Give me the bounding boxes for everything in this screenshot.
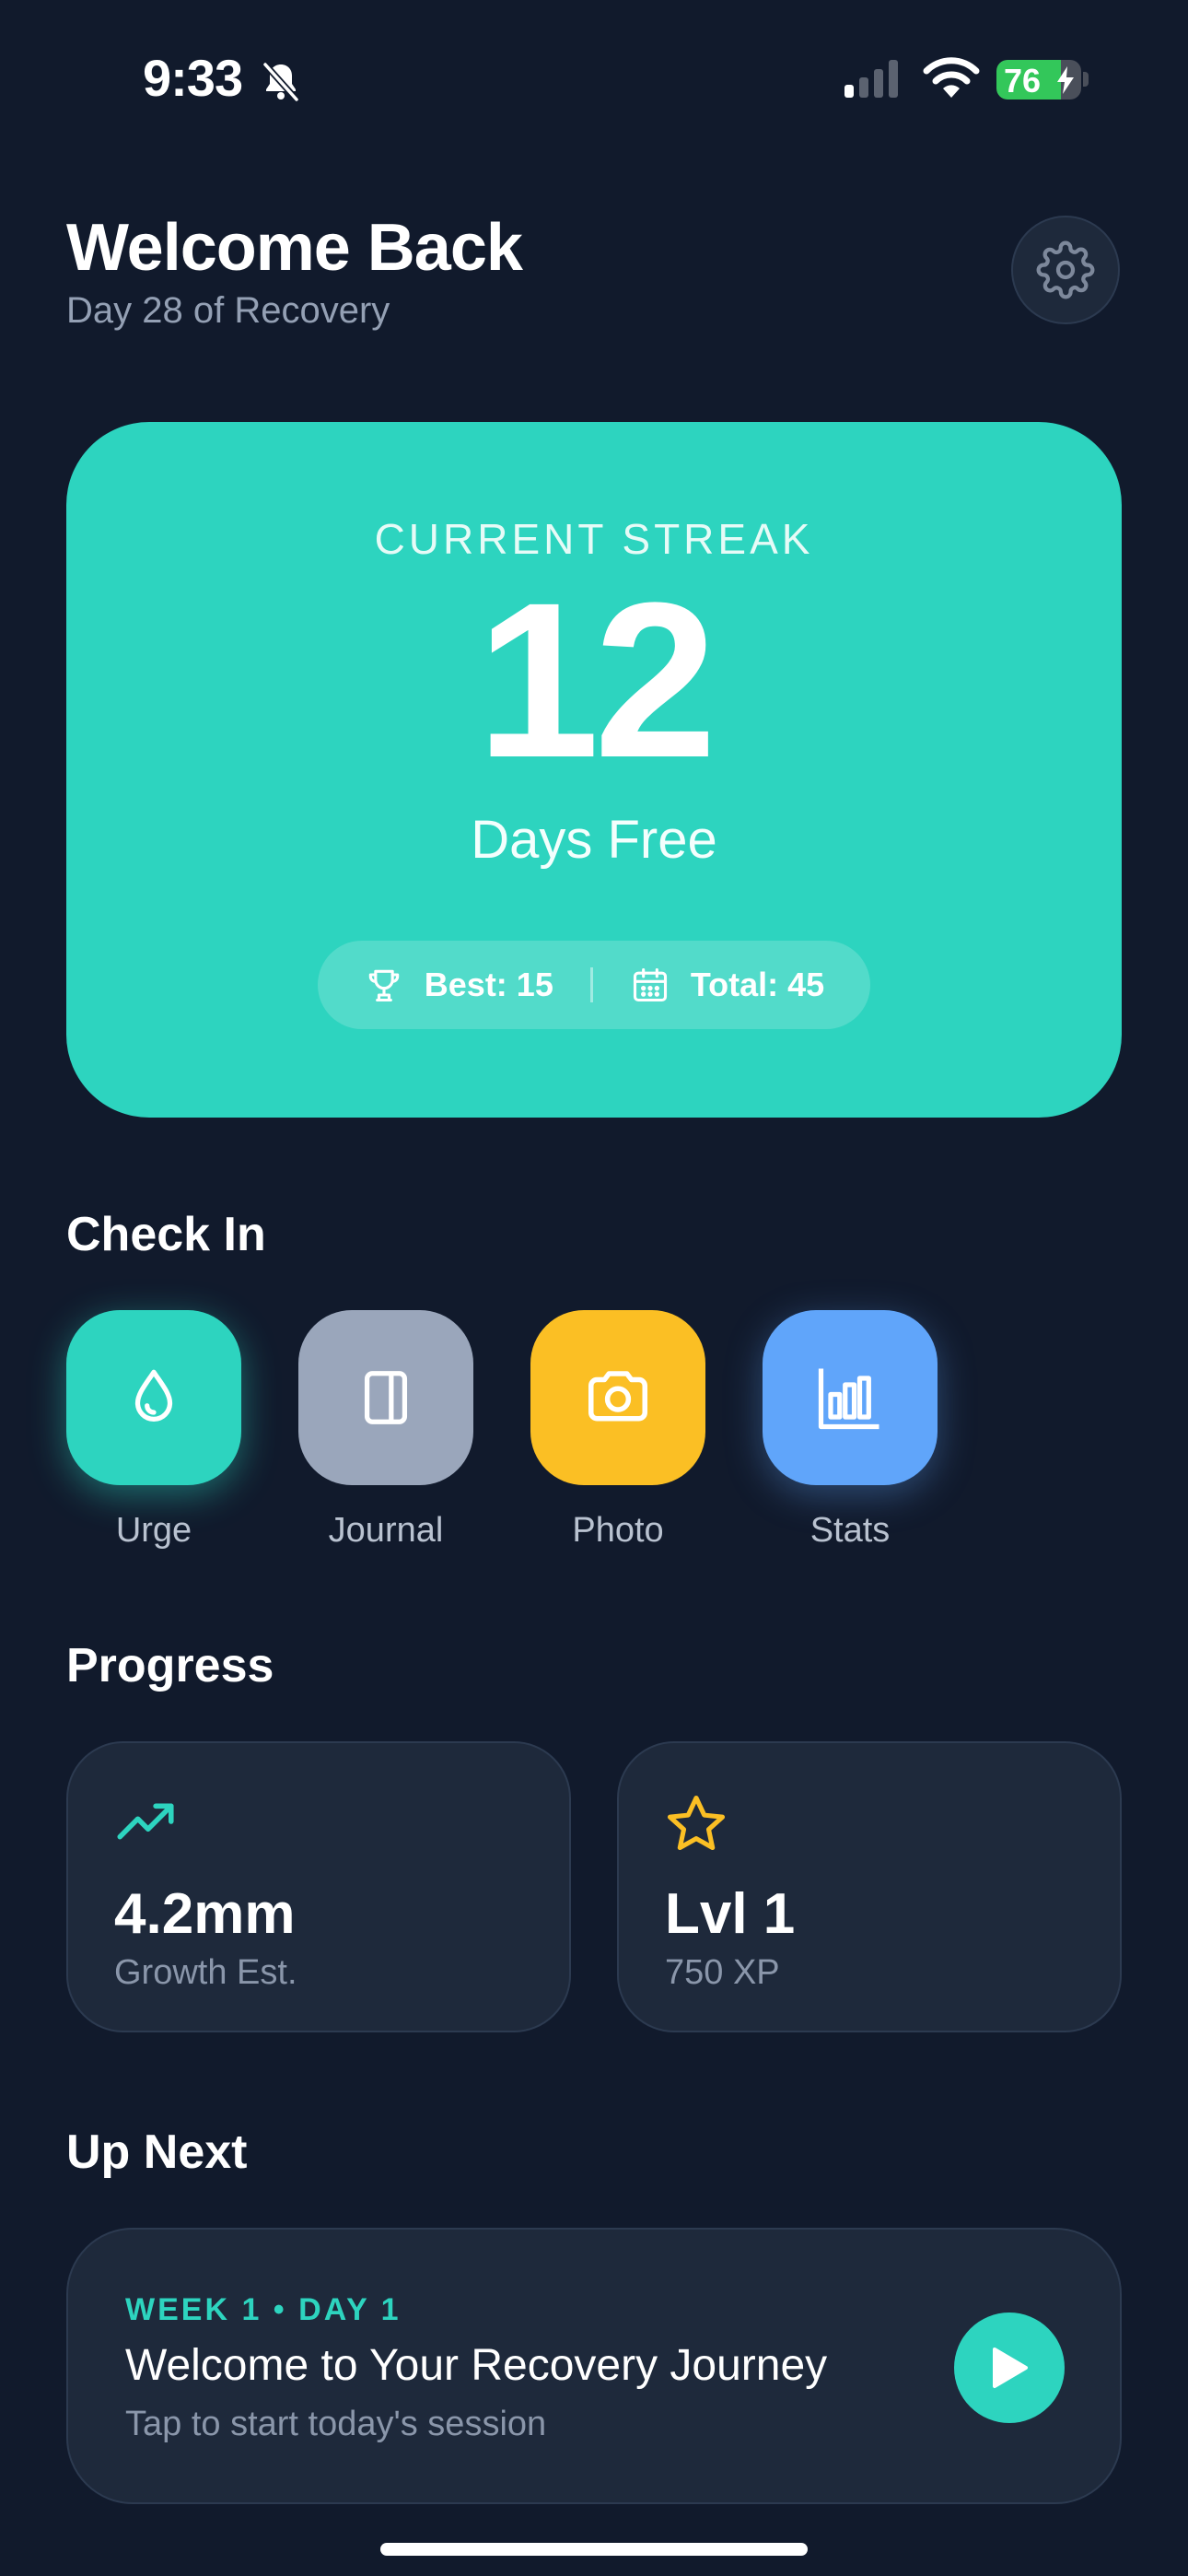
total-stat: Total: 45 [630, 965, 824, 1005]
bolt-icon [1057, 66, 1074, 94]
settings-button[interactable] [1011, 216, 1120, 324]
best-stat: Best: 15 [364, 965, 553, 1005]
gear-icon [1036, 240, 1095, 299]
check-in-urge[interactable]: Urge [66, 1310, 241, 1551]
play-button[interactable] [954, 2313, 1065, 2423]
check-in-title: Check In [66, 1208, 266, 1261]
journal-button[interactable] [298, 1310, 473, 1485]
growth-label: Growth Est. [114, 1953, 297, 1992]
stats-button[interactable] [763, 1310, 938, 1485]
camera-icon [588, 1371, 648, 1422]
play-icon [993, 2348, 1028, 2388]
star-icon [667, 1795, 726, 1851]
check-in-journal[interactable]: Journal [298, 1310, 473, 1551]
trophy-icon [368, 969, 400, 1002]
journal-icon [364, 1371, 408, 1424]
home-indicator[interactable] [380, 2543, 808, 2556]
streak-stats-pill: Best: 15 Total: 45 [318, 941, 870, 1029]
photo-button[interactable] [530, 1310, 705, 1485]
growth-value: 4.2mm [114, 1882, 296, 1946]
best-stat-text: Best: 15 [424, 966, 553, 1003]
progress-title: Progress [66, 1639, 274, 1692]
journal-label: Journal [328, 1511, 444, 1550]
page-subtitle: Day 28 of Recovery [66, 290, 390, 331]
up-next-title: Up Next [66, 2125, 248, 2179]
check-in-photo[interactable]: Photo [530, 1310, 705, 1551]
bell-slash-icon [262, 62, 299, 102]
trending-up-icon [117, 1803, 174, 1840]
stats-label: Stats [809, 1511, 891, 1550]
battery-percent: 76 [1004, 62, 1042, 100]
urge-label: Urge [115, 1511, 192, 1550]
page-title: Welcome Back [66, 211, 523, 285]
streak-value: 12 [476, 556, 717, 803]
level-value: Lvl 1 [665, 1882, 796, 1946]
level-card[interactable]: Lvl 1 750 XP [617, 1741, 1122, 2032]
session-title: Welcome to Your Recovery Journey [125, 2341, 828, 2390]
xp-label: 750 XP [665, 1953, 780, 1992]
signal-icon [844, 60, 898, 98]
total-stat-text: Total: 45 [690, 966, 825, 1003]
streak-unit: Days Free [471, 810, 717, 870]
session-tag: WEEK 1 • DAY 1 [125, 2292, 402, 2327]
wifi-icon [923, 57, 980, 98]
check-in-stats[interactable]: Stats [763, 1310, 938, 1551]
calendar-icon [633, 967, 667, 1002]
droplet-icon [134, 1369, 173, 1422]
growth-card[interactable]: 4.2mm Growth Est. [66, 1741, 571, 2032]
pill-divider [589, 967, 593, 1002]
streak-card[interactable]: CURRENT STREAK 12 Days Free Best: 15 Tot… [66, 422, 1122, 1118]
session-card[interactable]: WEEK 1 • DAY 1 Welcome to Your Recovery … [66, 2228, 1122, 2504]
photo-label: Photo [572, 1511, 664, 1550]
battery-nub [1083, 72, 1089, 87]
urge-button[interactable] [66, 1310, 241, 1485]
bar-chart-icon [818, 1368, 879, 1430]
status-time: 9:33 [143, 49, 243, 107]
battery-icon: 76 [996, 60, 1081, 100]
session-subtitle: Tap to start today's session [125, 2405, 547, 2443]
